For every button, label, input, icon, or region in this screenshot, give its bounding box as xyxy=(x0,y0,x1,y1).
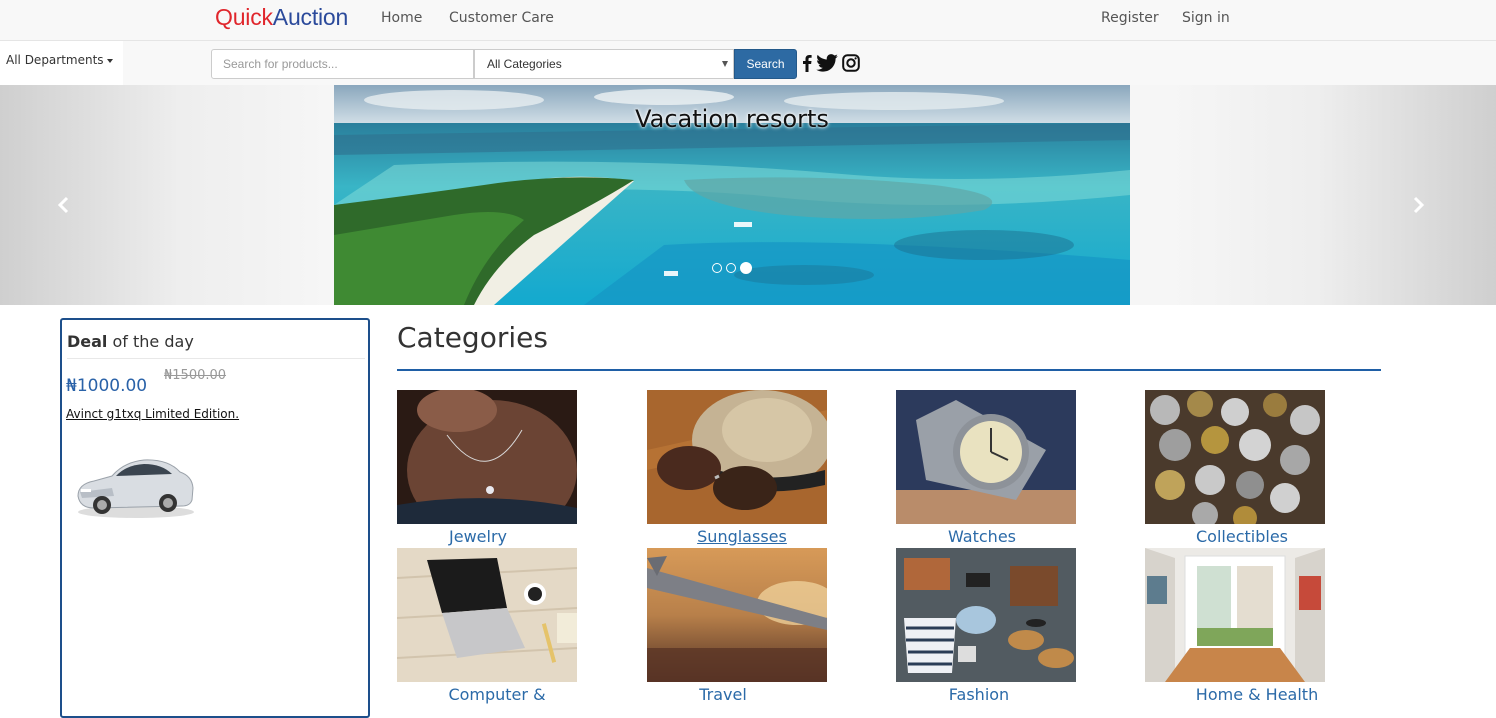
nav-customer-care[interactable]: Customer Care xyxy=(449,10,554,26)
search-button[interactable]: Search xyxy=(734,49,797,79)
carousel-prev-button[interactable] xyxy=(56,195,76,215)
nav-home[interactable]: Home xyxy=(381,10,422,26)
instagram-icon[interactable] xyxy=(841,52,861,74)
search-input[interactable] xyxy=(211,49,474,79)
category-label-jewelry[interactable]: Jewelry xyxy=(378,527,578,546)
category-label-computer[interactable]: Computer & xyxy=(397,685,597,704)
category-label-fashion[interactable]: Fashion xyxy=(879,685,1079,704)
nav-register[interactable]: Register xyxy=(1101,10,1159,26)
deal-title-bold: Deal xyxy=(67,332,108,351)
category-select[interactable]: All Categories xyxy=(474,49,734,79)
category-image-watches[interactable] xyxy=(896,390,1076,524)
category-image-sunglasses[interactable] xyxy=(647,390,827,524)
departments-dropdown[interactable]: All Departments xyxy=(0,41,123,85)
deal-old-price: ₦1500.00 xyxy=(164,368,227,383)
category-select-value: All Categories xyxy=(487,57,562,71)
category-label-sunglasses[interactable]: Sunglasses xyxy=(642,527,842,546)
category-image-computer[interactable] xyxy=(397,548,577,682)
deal-title: Deal of the day xyxy=(67,332,365,359)
top-navbar: QuickAuction Home Customer Care Register… xyxy=(0,0,1496,41)
deal-title-rest: of the day xyxy=(107,332,194,351)
deal-product-link[interactable]: Avinct g1txq Limited Edition. xyxy=(66,407,239,421)
categories-heading: Categories xyxy=(397,321,548,354)
deal-of-the-day-panel: Deal of the day ₦1000.00 ₦1500.00 Avinct… xyxy=(60,318,370,718)
twitter-icon[interactable] xyxy=(815,52,839,74)
category-image-jewelry[interactable] xyxy=(397,390,577,524)
carousel-indicators xyxy=(712,262,752,274)
category-label-travel[interactable]: Travel xyxy=(623,685,823,704)
nav-sign-in[interactable]: Sign in xyxy=(1182,10,1230,26)
category-image-home-health[interactable] xyxy=(1145,548,1325,682)
category-image-collectibles[interactable] xyxy=(1145,390,1325,524)
carousel-next-button[interactable] xyxy=(1410,195,1430,215)
carousel-caption: Vacation resorts xyxy=(635,105,829,133)
brand-logo[interactable]: QuickAuction xyxy=(215,4,348,31)
search-bar: All Departments All Categories Search xyxy=(0,41,1496,85)
category-label-home-health[interactable]: Home & Health xyxy=(1157,685,1357,704)
category-image-travel[interactable] xyxy=(647,548,827,682)
category-label-watches[interactable]: Watches xyxy=(882,527,1082,546)
deal-price: ₦1000.00 xyxy=(66,376,148,396)
categories-divider xyxy=(397,369,1381,371)
select-arrow-icon xyxy=(722,61,728,67)
carousel-indicator-3[interactable] xyxy=(740,262,752,274)
facebook-icon[interactable] xyxy=(800,52,814,74)
brand-part-2: Auction xyxy=(272,4,349,30)
departments-label: All Departments xyxy=(6,53,104,67)
category-label-collectibles[interactable]: Collectibles xyxy=(1142,527,1342,546)
category-image-fashion[interactable] xyxy=(896,548,1076,682)
deal-product-image[interactable] xyxy=(72,448,197,520)
carousel-indicator-1[interactable] xyxy=(712,263,722,273)
hero-carousel: Vacation resorts xyxy=(0,85,1496,305)
caret-down-icon xyxy=(106,58,113,63)
brand-part-1: Quick xyxy=(215,4,273,30)
carousel-indicator-2[interactable] xyxy=(726,263,736,273)
